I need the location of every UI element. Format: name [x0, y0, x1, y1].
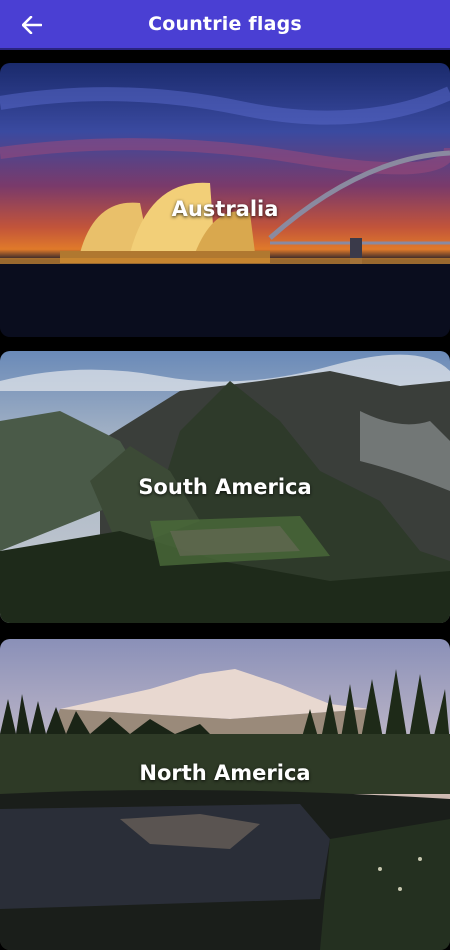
north-america-image — [0, 639, 450, 950]
region-card-south-america[interactable]: South America — [0, 351, 450, 623]
region-label: North America — [139, 761, 311, 785]
region-card-north-america[interactable]: North America — [0, 639, 450, 950]
app-bar: Countrie flags — [0, 0, 450, 50]
region-card-australia[interactable]: Australia — [0, 63, 450, 337]
region-label: South America — [138, 475, 312, 499]
region-list: Australia South America North America — [0, 50, 450, 950]
page-title: Countrie flags — [148, 13, 302, 35]
back-button[interactable] — [16, 9, 48, 41]
region-label: Australia — [171, 197, 279, 221]
arrow-left-icon — [22, 16, 42, 34]
